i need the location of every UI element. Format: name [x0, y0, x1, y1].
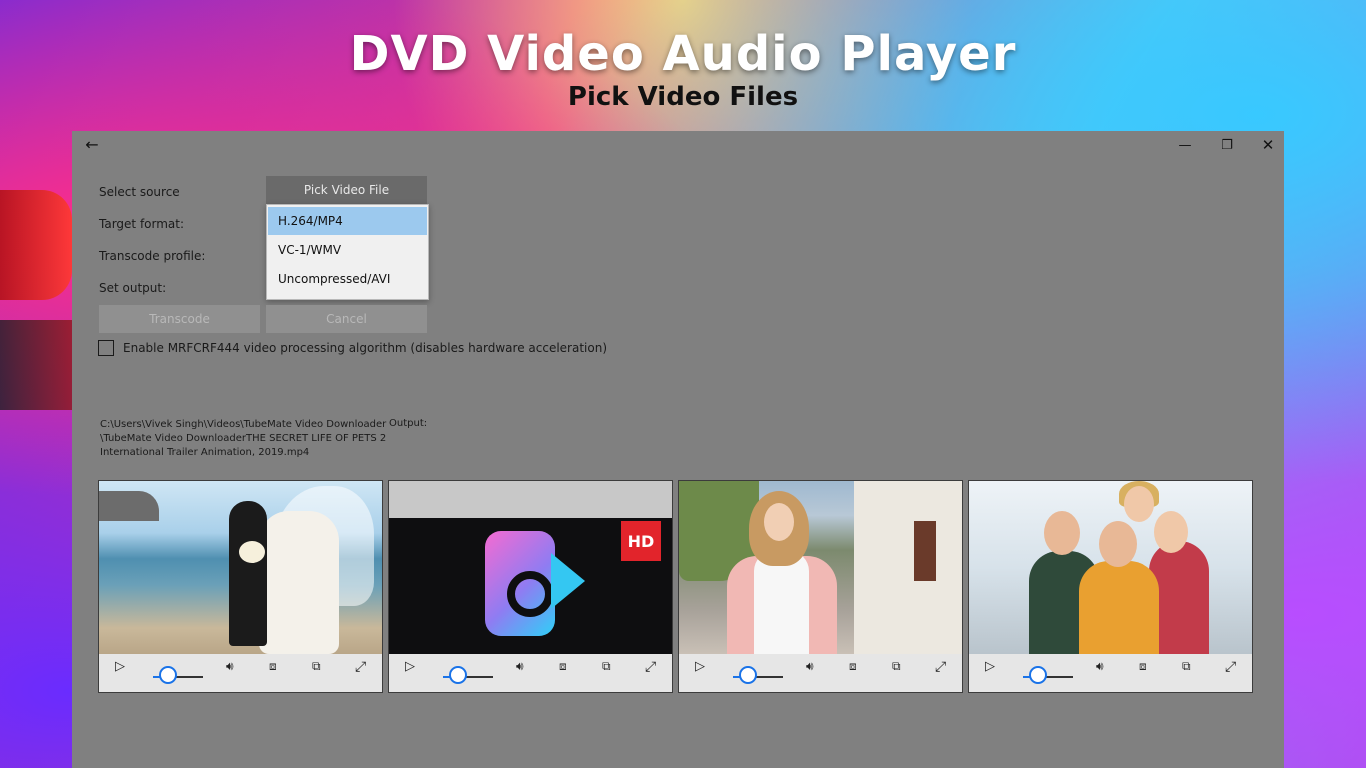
volume-slider-thumb[interactable] — [449, 666, 467, 684]
video-content — [1154, 511, 1188, 553]
volume-slider-thumb[interactable] — [739, 666, 757, 684]
fullscreen-icon[interactable]: ⤢ — [355, 660, 366, 674]
video-content — [754, 551, 809, 654]
banner-subtitle: Pick Video Files — [567, 82, 799, 112]
player-controls: ▷ 🔊︎ ⧈ ⧉ ⤢ — [679, 654, 962, 692]
video-frame-logo[interactable]: HD — [389, 481, 672, 654]
fullscreen-icon[interactable]: ⤢ — [1225, 660, 1236, 674]
banner-title: DVD Video Audio Player — [349, 26, 1017, 82]
play-triangle-icon — [551, 553, 585, 609]
transcode-profile-label: Transcode profile: — [99, 249, 206, 263]
source-file-path: C:\Users\Vivek Singh\Videos\TubeMate Vid… — [100, 418, 387, 460]
video-player-4: ▷ 🔊︎ ⧈ ⧉ ⤢ — [968, 480, 1253, 693]
video-content — [229, 501, 267, 646]
cast-icon[interactable]: ⧉ — [892, 660, 901, 672]
path-line: International Trailer Animation, 2019.mp… — [100, 447, 310, 458]
player-controls: ▷ 🔊︎ ⧈ ⧉ ⤢ — [969, 654, 1252, 692]
volume-icon[interactable]: 🔊︎ — [226, 660, 234, 672]
cast-icon[interactable]: ⧉ — [602, 660, 611, 672]
volume-slider-thumb[interactable] — [159, 666, 177, 684]
format-option-avi[interactable]: Uncompressed/AVI — [268, 265, 427, 293]
video-frame-wedding[interactable] — [99, 481, 382, 654]
video-player-1: ▷ 🔊︎ ⧈ ⧉ ⤢ — [98, 480, 383, 693]
player-controls: ▷ 🔊︎ ⧈ ⧉ ⤢ — [389, 654, 672, 692]
video-content — [239, 541, 265, 563]
title-bar: ← — ❐ ✕ — [72, 131, 1284, 159]
video-content — [914, 521, 936, 581]
cast-icon[interactable]: ⧉ — [312, 660, 321, 672]
target-format-dropdown: H.264/MP4 VC-1/WMV Uncompressed/AVI — [266, 204, 429, 300]
close-icon[interactable]: ✕ — [1254, 135, 1282, 155]
pick-video-file-button[interactable]: Pick Video File — [266, 176, 427, 204]
aspect-ratio-icon[interactable]: ⧈ — [849, 660, 857, 672]
select-source-label: Select source — [99, 185, 180, 199]
mrfcrf444-checkbox[interactable] — [98, 340, 114, 356]
aspect-ratio-icon[interactable]: ⧈ — [1139, 660, 1147, 672]
video-content — [1099, 521, 1137, 567]
set-output-label: Set output: — [99, 281, 167, 295]
aspect-ratio-icon[interactable]: ⧈ — [559, 660, 567, 672]
decorative-shape — [0, 320, 72, 410]
video-content — [99, 491, 159, 521]
output-label: Output: — [389, 418, 428, 429]
video-content — [1124, 486, 1154, 522]
video-frame-street[interactable] — [679, 481, 962, 654]
video-player-2: HD ▷ 🔊︎ ⧈ ⧉ ⤢ — [388, 480, 673, 693]
play-icon[interactable]: ▷ — [695, 660, 705, 673]
fullscreen-icon[interactable]: ⤢ — [935, 660, 946, 674]
play-icon[interactable]: ▷ — [405, 660, 415, 673]
mrfcrf444-checkbox-label: Enable MRFCRF444 video processing algori… — [123, 341, 608, 355]
format-option-wmv[interactable]: VC-1/WMV — [268, 236, 427, 264]
back-arrow-icon[interactable]: ← — [78, 135, 106, 155]
decorative-shape — [0, 190, 72, 300]
aspect-ratio-icon[interactable]: ⧈ — [269, 660, 277, 672]
target-format-label: Target format: — [99, 217, 185, 231]
app-logo-icon — [507, 571, 553, 617]
play-icon[interactable]: ▷ — [985, 660, 995, 673]
app-logo-icon — [485, 531, 555, 636]
maximize-icon[interactable]: ❐ — [1213, 135, 1241, 155]
cancel-button[interactable]: Cancel — [266, 305, 427, 333]
minimize-icon[interactable]: — — [1171, 135, 1199, 155]
video-content — [259, 511, 339, 654]
volume-icon[interactable]: 🔊︎ — [1096, 660, 1104, 672]
video-content — [854, 481, 962, 654]
volume-icon[interactable]: 🔊︎ — [516, 660, 524, 672]
volume-slider-thumb[interactable] — [1029, 666, 1047, 684]
video-frame-friends[interactable] — [969, 481, 1252, 654]
path-line: C:\Users\Vivek Singh\Videos\TubeMate Vid… — [100, 419, 387, 430]
video-content — [1044, 511, 1080, 555]
play-icon[interactable]: ▷ — [115, 660, 125, 673]
format-option-mp4[interactable]: H.264/MP4 — [268, 207, 427, 235]
video-content — [764, 503, 794, 541]
cast-icon[interactable]: ⧉ — [1182, 660, 1191, 672]
volume-icon[interactable]: 🔊︎ — [806, 660, 814, 672]
path-line: \TubeMate Video DownloaderTHE SECRET LIF… — [100, 433, 387, 444]
hd-badge: HD — [621, 521, 661, 561]
app-window: ← — ❐ ✕ Select source Target format: Tra… — [72, 131, 1284, 768]
transcode-button[interactable]: Transcode — [99, 305, 260, 333]
video-content — [1079, 561, 1159, 654]
player-controls: ▷ 🔊︎ ⧈ ⧉ ⤢ — [99, 654, 382, 692]
fullscreen-icon[interactable]: ⤢ — [645, 660, 656, 674]
video-player-3: ▷ 🔊︎ ⧈ ⧉ ⤢ — [678, 480, 963, 693]
